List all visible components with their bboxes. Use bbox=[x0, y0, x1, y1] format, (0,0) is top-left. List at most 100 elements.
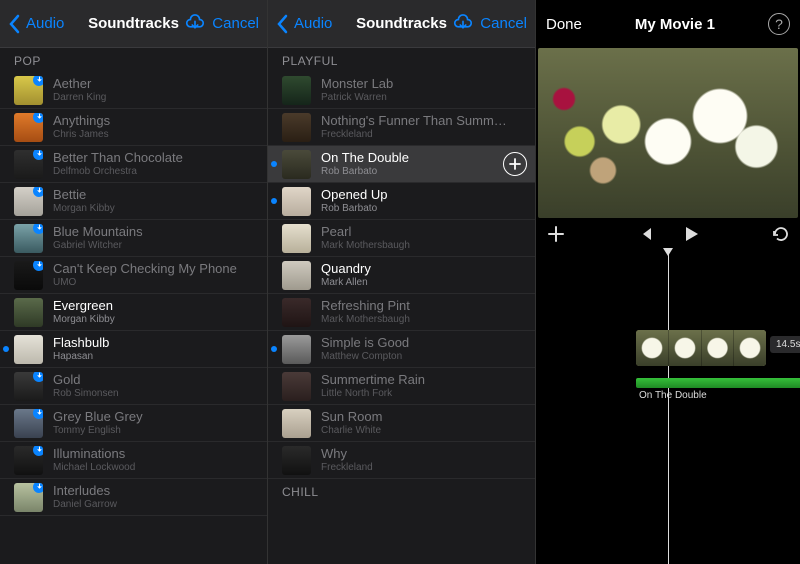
track-title: Gold bbox=[53, 373, 259, 388]
track-artist: Morgan Kibby bbox=[53, 203, 259, 215]
track-thumb bbox=[282, 335, 311, 364]
play-icon[interactable] bbox=[682, 225, 700, 243]
track-row[interactable]: Monster LabPatrick Warren bbox=[268, 72, 535, 109]
track-title: Evergreen bbox=[53, 299, 259, 314]
track-thumb bbox=[282, 298, 311, 327]
track-row[interactable]: AnythingsChris James bbox=[0, 109, 267, 146]
track-row[interactable]: Blue MountainsGabriel Witcher bbox=[0, 220, 267, 257]
track-thumb bbox=[14, 150, 43, 179]
track-row[interactable]: Opened UpRob Barbato bbox=[268, 183, 535, 220]
section-header: POP bbox=[0, 48, 267, 72]
track-row[interactable]: Can't Keep Checking My PhoneUMO bbox=[0, 257, 267, 294]
track-list[interactable]: PLAYFULMonster LabPatrick WarrenNothing'… bbox=[268, 48, 535, 564]
track-artist: Charlie White bbox=[321, 425, 527, 437]
track-thumb bbox=[282, 409, 311, 438]
timeline[interactable]: 14.5s On The Double bbox=[536, 250, 800, 564]
track-title: Can't Keep Checking My Phone bbox=[53, 262, 259, 277]
track-row[interactable]: Summertime RainLittle North Fork bbox=[268, 368, 535, 405]
track-artist: Matthew Compton bbox=[321, 351, 527, 363]
track-row[interactable]: On The DoubleRob Barbato bbox=[268, 146, 535, 183]
track-title: Illuminations bbox=[53, 447, 259, 462]
track-row[interactable]: Simple is GoodMatthew Compton bbox=[268, 331, 535, 368]
track-artist: Mark Allen bbox=[321, 277, 527, 289]
add-track-button[interactable] bbox=[503, 152, 527, 176]
track-title: Better Than Chocolate bbox=[53, 151, 259, 166]
skip-start-icon[interactable] bbox=[636, 225, 654, 243]
track-artist: Delfmob Orchestra bbox=[53, 166, 259, 178]
cancel-button[interactable]: Cancel bbox=[480, 15, 527, 32]
track-row[interactable]: InterludesDaniel Garrow bbox=[0, 479, 267, 516]
downloaded-dot-icon bbox=[3, 346, 9, 352]
track-row[interactable]: Nothing's Funner Than Summ…Freckleland bbox=[268, 109, 535, 146]
section-header: CHILL bbox=[268, 479, 535, 503]
video-clip[interactable] bbox=[636, 330, 766, 366]
track-row[interactable]: Grey Blue GreyTommy English bbox=[0, 405, 267, 442]
track-thumb bbox=[282, 372, 311, 401]
cloud-badge-icon bbox=[33, 224, 43, 234]
help-icon[interactable]: ? bbox=[768, 13, 790, 35]
back-button[interactable]: Audio bbox=[276, 14, 332, 34]
back-button[interactable]: Audio bbox=[8, 14, 64, 34]
track-list[interactable]: POPAetherDarren KingAnythingsChris James… bbox=[0, 48, 267, 564]
track-artist: Freckleland bbox=[321, 462, 527, 474]
undo-icon[interactable] bbox=[770, 224, 790, 244]
video-preview[interactable] bbox=[538, 48, 798, 218]
track-row[interactable]: GoldRob Simonsen bbox=[0, 368, 267, 405]
cloud-badge-icon bbox=[33, 409, 43, 419]
nav-bar: Audio Soundtracks Cancel bbox=[0, 0, 267, 48]
track-title: Bettie bbox=[53, 188, 259, 203]
track-thumb bbox=[14, 187, 43, 216]
track-row[interactable]: IlluminationsMichael Lockwood bbox=[0, 442, 267, 479]
track-row[interactable]: AetherDarren King bbox=[0, 72, 267, 109]
track-title: Why bbox=[321, 447, 527, 462]
track-artist: Mark Mothersbaugh bbox=[321, 240, 527, 252]
add-media-button[interactable] bbox=[546, 224, 566, 244]
track-artist: Daniel Garrow bbox=[53, 499, 259, 511]
chevron-left-icon bbox=[276, 14, 288, 34]
track-title: Aether bbox=[53, 77, 259, 92]
track-row[interactable]: WhyFreckleland bbox=[268, 442, 535, 479]
track-artist: Rob Barbato bbox=[321, 166, 503, 178]
track-title: Monster Lab bbox=[321, 77, 527, 92]
back-label: Audio bbox=[26, 15, 64, 32]
track-row[interactable]: BettieMorgan Kibby bbox=[0, 183, 267, 220]
cloud-badge-icon bbox=[33, 113, 43, 123]
track-row[interactable]: FlashbulbHapasan bbox=[0, 331, 267, 368]
cloud-badge-icon bbox=[33, 76, 43, 86]
track-title: Quandry bbox=[321, 262, 527, 277]
cloud-badge-icon bbox=[33, 150, 43, 160]
done-button[interactable]: Done bbox=[546, 16, 582, 33]
audio-clip[interactable] bbox=[636, 378, 800, 388]
player-controls bbox=[536, 218, 800, 244]
track-row[interactable]: Sun RoomCharlie White bbox=[268, 405, 535, 442]
soundtracks-pane-left: Audio Soundtracks Cancel POPAetherDarren… bbox=[0, 0, 268, 564]
track-artist: Tommy English bbox=[53, 425, 259, 437]
cloud-download-icon[interactable] bbox=[452, 14, 474, 34]
track-title: Pearl bbox=[321, 225, 527, 240]
track-thumb bbox=[14, 372, 43, 401]
track-thumb bbox=[14, 224, 43, 253]
clip-duration-badge: 14.5s bbox=[770, 336, 800, 353]
track-row[interactable]: Refreshing PintMark Mothersbaugh bbox=[268, 294, 535, 331]
track-row[interactable]: EvergreenMorgan Kibby bbox=[0, 294, 267, 331]
track-thumb bbox=[14, 113, 43, 142]
track-title: Interludes bbox=[53, 484, 259, 499]
track-row[interactable]: QuandryMark Allen bbox=[268, 257, 535, 294]
back-label: Audio bbox=[294, 15, 332, 32]
track-thumb bbox=[282, 150, 311, 179]
track-artist: Gabriel Witcher bbox=[53, 240, 259, 252]
playhead[interactable] bbox=[668, 250, 669, 564]
track-row[interactable]: Better Than ChocolateDelfmob Orchestra bbox=[0, 146, 267, 183]
track-row[interactable]: PearlMark Mothersbaugh bbox=[268, 220, 535, 257]
track-thumb bbox=[14, 335, 43, 364]
cancel-button[interactable]: Cancel bbox=[212, 15, 259, 32]
track-title: Anythings bbox=[53, 114, 259, 129]
track-artist: Michael Lockwood bbox=[53, 462, 259, 474]
track-thumb bbox=[282, 113, 311, 142]
track-thumb bbox=[14, 409, 43, 438]
track-artist: Darren King bbox=[53, 92, 259, 104]
track-title: Blue Mountains bbox=[53, 225, 259, 240]
cloud-download-icon[interactable] bbox=[184, 14, 206, 34]
track-title: Opened Up bbox=[321, 188, 527, 203]
track-title: Sun Room bbox=[321, 410, 527, 425]
